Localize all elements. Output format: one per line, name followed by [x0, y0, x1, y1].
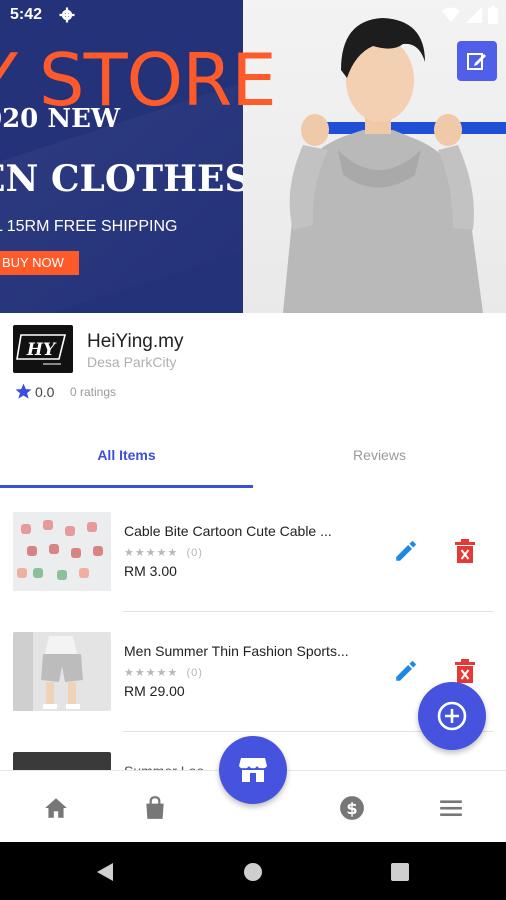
- item-title[interactable]: Men Summer Thin Fashion Sports...: [124, 643, 379, 659]
- edit-icon: [467, 53, 486, 70]
- tab-active-indicator: [0, 485, 253, 488]
- item-rating: ★★★★★ (0): [124, 546, 203, 559]
- buy-now-button: BUY NOW: [0, 251, 79, 275]
- item-price: RM 29.00: [124, 683, 185, 699]
- store-title-lettering: Y STORE: [0, 38, 277, 122]
- item-divider: [123, 611, 494, 612]
- home-icon[interactable]: [43, 795, 69, 821]
- edit-pencil-icon[interactable]: [393, 658, 419, 684]
- item-title[interactable]: Cable Bite Cartoon Cute Cable ...: [124, 523, 379, 539]
- settings-gear-icon: [59, 7, 75, 23]
- edit-pencil-icon[interactable]: [393, 538, 419, 564]
- battery-icon: [488, 6, 498, 24]
- recents-icon[interactable]: [390, 862, 410, 882]
- back-icon[interactable]: [95, 862, 115, 882]
- app-screen: 020 NEW EN CLOTHES L 15RM FREE SHIPPING …: [0, 0, 506, 900]
- promo-headline: EN CLOTHES: [0, 158, 243, 200]
- item-rating-stars: ★★★★★: [124, 667, 179, 679]
- delete-trash-icon[interactable]: [454, 538, 476, 564]
- item-review-count: (0): [186, 667, 203, 679]
- logo-text: HY: [26, 340, 57, 360]
- wifi-icon: [442, 7, 460, 22]
- status-icons: [442, 6, 498, 24]
- cable-bite-product-image: [13, 512, 111, 591]
- tab-reviews[interactable]: Reviews: [253, 447, 506, 463]
- tab-all-items[interactable]: All Items: [0, 447, 253, 463]
- add-circle-icon: [437, 701, 467, 731]
- promo-shipping: L 15RM FREE SHIPPING: [0, 218, 178, 235]
- menu-icon[interactable]: [438, 795, 464, 821]
- my-store-button[interactable]: [219, 736, 287, 804]
- svg-text:$: $: [346, 799, 357, 818]
- store-logo: HY: [13, 325, 73, 373]
- store-name: HeiYing.my: [87, 331, 184, 352]
- item-thumbnail[interactable]: [13, 632, 111, 711]
- store-banner: 020 NEW EN CLOTHES L 15RM FREE SHIPPING …: [0, 0, 506, 313]
- edit-banner-button[interactable]: [457, 41, 497, 81]
- shopping-bag-icon[interactable]: [142, 795, 168, 821]
- store-location: Desa ParkCity: [87, 354, 177, 370]
- home-circle-icon[interactable]: [243, 862, 263, 882]
- star-icon: [15, 383, 32, 399]
- store-logo-mark: HY: [16, 334, 67, 365]
- item-price: RM 3.00: [124, 563, 177, 579]
- store-rating-count: 0 ratings: [70, 385, 117, 399]
- item-rating: ★★★★★ (0): [124, 666, 203, 679]
- item-review-count: (0): [186, 547, 203, 559]
- signal-icon: [466, 7, 482, 23]
- add-item-button[interactable]: [418, 682, 486, 750]
- system-navigation-bar: [0, 842, 506, 900]
- item-rating-stars: ★★★★★: [124, 547, 179, 559]
- delete-trash-icon[interactable]: [454, 658, 476, 684]
- store-icon: [239, 758, 267, 782]
- dollar-icon[interactable]: $: [339, 795, 365, 821]
- item-thumbnail[interactable]: [13, 512, 111, 591]
- shorts-product-image: [13, 632, 111, 711]
- store-rating-value: 0.0: [35, 384, 55, 400]
- status-time: 5:42: [10, 6, 43, 23]
- status-bar: 5:42: [0, 0, 506, 30]
